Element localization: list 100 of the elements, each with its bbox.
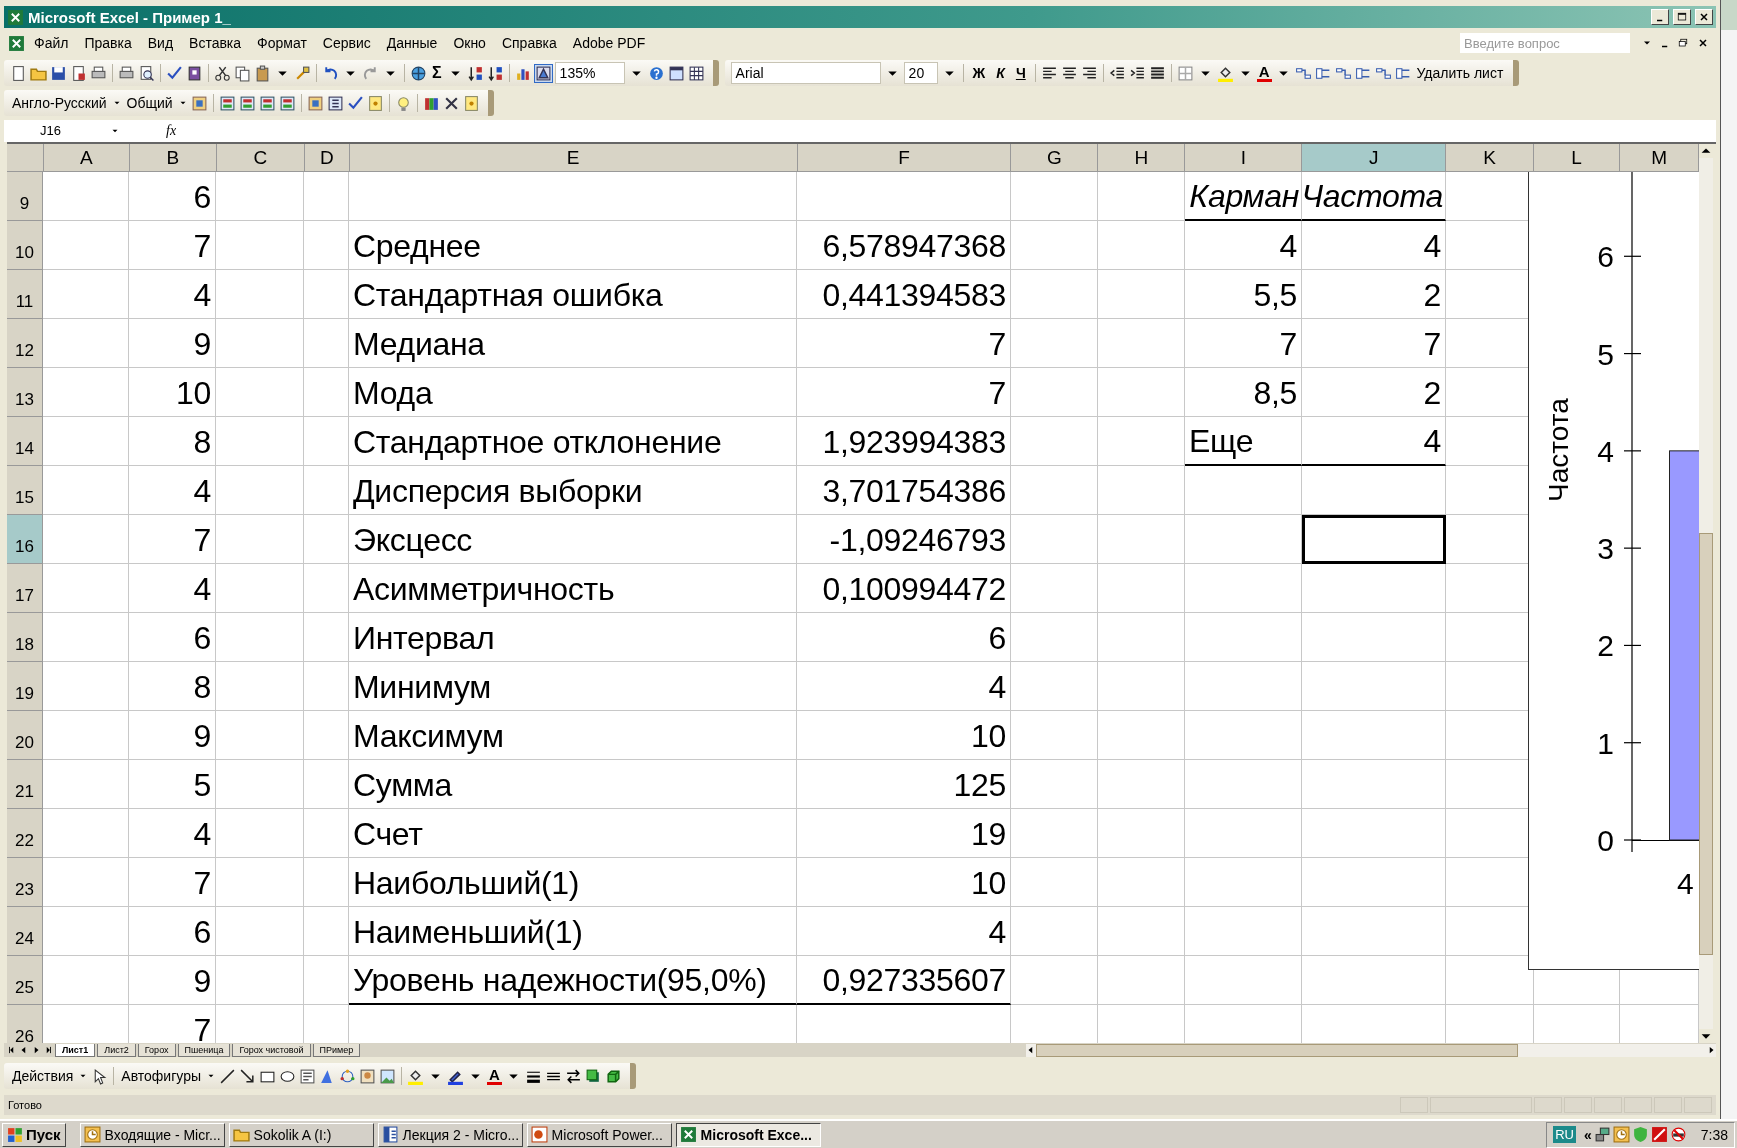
cut-icon[interactable] xyxy=(214,64,231,82)
font-size-dropdown[interactable]: 20 xyxy=(903,62,938,84)
menu-item[interactable]: Файл xyxy=(27,33,76,53)
row-header[interactable]: 25 xyxy=(7,956,43,1005)
column-header[interactable]: F xyxy=(797,144,1012,172)
arrow-icon[interactable] xyxy=(239,1067,256,1085)
actions-dropdown[interactable]: Действия xyxy=(10,1068,76,1084)
menu-item[interactable]: Вставка xyxy=(182,33,249,53)
drawing-icon[interactable] xyxy=(534,64,552,82)
menu-item[interactable]: Сервис xyxy=(315,33,378,53)
row-header[interactable]: 19 xyxy=(7,662,43,711)
row-header[interactable]: 17 xyxy=(7,564,43,613)
diagram-icon[interactable] xyxy=(339,1067,356,1085)
scroll-up-icon[interactable] xyxy=(1699,144,1713,158)
column-header[interactable]: L xyxy=(1534,144,1621,172)
vertical-scrollbar[interactable] xyxy=(1699,144,1713,1043)
menu-item[interactable]: Вид xyxy=(140,33,181,53)
column-header[interactable]: M xyxy=(1620,144,1700,172)
column-header[interactable]: K xyxy=(1446,144,1535,172)
text-style-button[interactable]: К xyxy=(992,65,1009,81)
zoom-dropdown[interactable]: 135% xyxy=(554,62,625,84)
minimize-button[interactable] xyxy=(1651,9,1669,25)
font-dropdown[interactable]: Arial xyxy=(730,62,881,84)
sheet-icon[interactable] xyxy=(306,94,324,112)
document-close-icon[interactable] xyxy=(1697,37,1709,49)
insert-picture-icon[interactable] xyxy=(379,1067,396,1085)
close-button[interactable] xyxy=(1695,9,1713,25)
taskbar-button[interactable]: Sokolik A (I:) xyxy=(228,1122,374,1147)
menu-item[interactable]: Данные xyxy=(379,33,445,53)
sheet-tab[interactable]: Лист1 xyxy=(55,1043,96,1057)
fill-color-icon[interactable] xyxy=(407,1067,424,1085)
print-preview-icon[interactable] xyxy=(138,64,155,82)
row-header[interactable]: 20 xyxy=(7,711,43,760)
text-box-icon[interactable] xyxy=(299,1067,316,1085)
help-icon[interactable] xyxy=(647,64,665,82)
column-header[interactable]: A xyxy=(44,144,130,172)
taskbar-button[interactable]: Входящие - Micr... xyxy=(79,1122,225,1147)
row-header[interactable]: 9 xyxy=(7,172,43,221)
menu-item[interactable]: Формат xyxy=(250,33,314,53)
row-header[interactable]: 15 xyxy=(7,466,43,515)
clip-art-icon[interactable] xyxy=(359,1067,376,1085)
menu-item[interactable]: Окно xyxy=(446,33,493,53)
column-header[interactable]: J xyxy=(1302,144,1447,172)
sheet-tab[interactable]: ПРимер xyxy=(312,1043,361,1057)
scroll-down-icon[interactable] xyxy=(1699,1029,1713,1043)
shadow-icon[interactable] xyxy=(584,1067,602,1085)
window-icon[interactable] xyxy=(667,64,685,82)
network-icon[interactable] xyxy=(1593,1126,1611,1143)
globe-icon[interactable] xyxy=(410,64,427,82)
sheet-icon[interactable] xyxy=(190,94,208,112)
clock-icon[interactable] xyxy=(1612,1126,1630,1143)
row-header[interactable]: 10 xyxy=(7,221,43,270)
row-header[interactable]: 14 xyxy=(7,417,43,466)
dictionary-dropdown[interactable]: Англо-Русский xyxy=(10,95,109,111)
spelling-check-icon[interactable] xyxy=(166,64,183,82)
column-header[interactable]: E xyxy=(349,144,798,172)
arrow-style-icon[interactable] xyxy=(564,1067,582,1085)
locked-page-icon[interactable] xyxy=(70,64,87,82)
scrollbar-thumb[interactable] xyxy=(1036,1043,1518,1057)
active-cell[interactable] xyxy=(1302,515,1446,564)
table-icon[interactable] xyxy=(238,94,256,112)
text-style-button[interactable]: Ч xyxy=(1011,65,1030,81)
fill-color-icon[interactable] xyxy=(1216,64,1234,82)
column-header[interactable]: C xyxy=(216,144,305,172)
excel-icon[interactable] xyxy=(8,34,25,52)
language-indicator[interactable]: RU xyxy=(1553,1126,1576,1143)
row-header[interactable]: 21 xyxy=(7,760,43,809)
stop-sign-icon[interactable] xyxy=(1650,1126,1668,1143)
column-header[interactable]: D xyxy=(304,144,350,172)
format-brush-icon[interactable] xyxy=(294,64,311,82)
paste-icon[interactable] xyxy=(254,64,271,82)
undo-icon[interactable] xyxy=(322,64,339,82)
sheet-tab[interactable]: Горох чистовой xyxy=(232,1043,311,1057)
copy-icon[interactable] xyxy=(234,64,251,82)
show-hidden-icons-button[interactable]: « xyxy=(1583,1126,1592,1143)
row-header[interactable]: 12 xyxy=(7,319,43,368)
start-button[interactable]: Пуск xyxy=(2,1122,66,1147)
sort-descending-icon[interactable] xyxy=(486,64,504,82)
column-header[interactable]: B xyxy=(129,144,217,172)
row-header[interactable]: 23 xyxy=(7,858,43,907)
table-icon[interactable] xyxy=(278,94,296,112)
grid-icon[interactable] xyxy=(687,64,705,82)
taskbar-button[interactable]: Microsoft Exce... xyxy=(675,1122,821,1147)
help-search-field[interactable]: Введите вопрос xyxy=(1460,33,1630,53)
book-icon[interactable] xyxy=(186,64,203,82)
horizontal-scrollbar[interactable] xyxy=(1026,1043,1716,1057)
table-icon[interactable] xyxy=(258,94,276,112)
row-header[interactable]: 18 xyxy=(7,613,43,662)
no-smoking-icon[interactable] xyxy=(1669,1126,1687,1143)
row-header[interactable]: 26 xyxy=(7,1005,43,1043)
sheet-tab[interactable]: Лист2 xyxy=(97,1043,136,1057)
document-minimize-icon[interactable] xyxy=(1661,44,1669,48)
3d-icon[interactable] xyxy=(604,1067,622,1085)
mode-dropdown[interactable]: Общий xyxy=(124,95,175,111)
row-header[interactable]: 24 xyxy=(7,907,43,956)
taskbar-button[interactable]: Лекция 2 - Micro... xyxy=(377,1122,523,1147)
delete-sheet-button[interactable]: Удалить лист xyxy=(1414,65,1506,81)
sheet-tab[interactable]: Горох xyxy=(137,1043,176,1057)
font-color-button[interactable]: A xyxy=(1256,64,1272,82)
row-header[interactable]: 16 xyxy=(7,515,43,564)
